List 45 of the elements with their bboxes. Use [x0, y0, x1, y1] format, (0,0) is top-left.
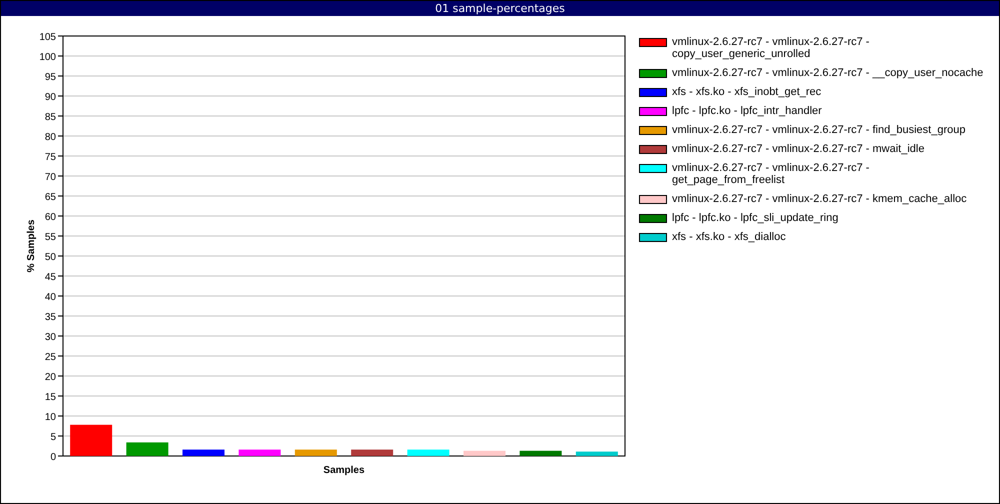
- legend-label: vmlinux-2.6.27-rc7 - vmlinux-2.6.27-rc7 - copy_user_generic_unrolled: [672, 36, 870, 60]
- legend-label: xfs - xfs.ko - xfs_dialloc: [672, 231, 787, 243]
- legend-label: vmlinux-2.6.27-rc7 - vmlinux-2.6.27-rc7 - __copy_user_nocache: [672, 67, 984, 79]
- y-tick-label: 15: [44, 392, 56, 403]
- y-tick-label: 65: [44, 192, 56, 203]
- y-tick-label: 40: [44, 292, 56, 303]
- bar: [238, 450, 281, 456]
- bar: [576, 452, 618, 456]
- bar: [70, 424, 112, 456]
- y-tick-label: 95: [44, 72, 56, 83]
- bar: [464, 450, 506, 456]
- x-axis-title: Samples: [323, 465, 365, 476]
- bar: [126, 442, 168, 456]
- y-tick-label: 90: [44, 92, 56, 103]
- y-tick-label: 30: [44, 332, 56, 343]
- legend-label: lpfc - lpfc.ko - lpfc_sli_update_ring: [672, 212, 840, 224]
- legend-label: lpfc - lpfc.ko - lpfc_intr_handler: [672, 105, 823, 117]
- y-tick-label: 60: [44, 212, 56, 223]
- y-tick-label: 45: [44, 272, 56, 283]
- legend-label: xfs - xfs.ko - xfs_inobt_get_rec: [672, 86, 822, 98]
- y-tick-label: 10: [44, 412, 56, 423]
- y-tick-label: 0: [50, 452, 56, 463]
- y-tick-label: 35: [44, 312, 56, 323]
- legend-label: vmlinux-2.6.27-rc7 - vmlinux-2.6.27-rc7 - mwait_idle: [672, 143, 926, 155]
- y-tick-label: 100: [39, 52, 56, 63]
- bar: [182, 450, 224, 456]
- bar: [520, 450, 562, 456]
- y-tick-label: 85: [44, 112, 56, 123]
- bar: [351, 450, 394, 456]
- y-tick-label: 55: [44, 232, 56, 243]
- bar: [407, 450, 450, 456]
- y-tick-label: 70: [44, 172, 56, 183]
- y-tick-label: 105: [39, 32, 56, 43]
- legend-label: vmlinux-2.6.27-rc7 - vmlinux-2.6.27-rc7 - get_page_from_freelist: [672, 162, 870, 186]
- y-axis-title: % Samples: [26, 220, 37, 272]
- y-tick-label: 80: [44, 132, 56, 143]
- y-tick-label: 25: [44, 352, 56, 363]
- bar: [294, 450, 337, 456]
- y-tick-label: 75: [44, 152, 56, 163]
- legend-label: vmlinux-2.6.27-rc7 - vmlinux-2.6.27-rc7 - kmem_cache_alloc: [672, 193, 968, 205]
- y-tick-label: 5: [50, 432, 56, 443]
- window-title: 01 sample-percentages: [1, 1, 999, 16]
- y-tick-label: 50: [44, 252, 56, 263]
- legend-label: vmlinux-2.6.27-rc7 - vmlinux-2.6.27-rc7 - find_busiest_group: [672, 124, 966, 136]
- y-tick-label: 20: [44, 372, 56, 383]
